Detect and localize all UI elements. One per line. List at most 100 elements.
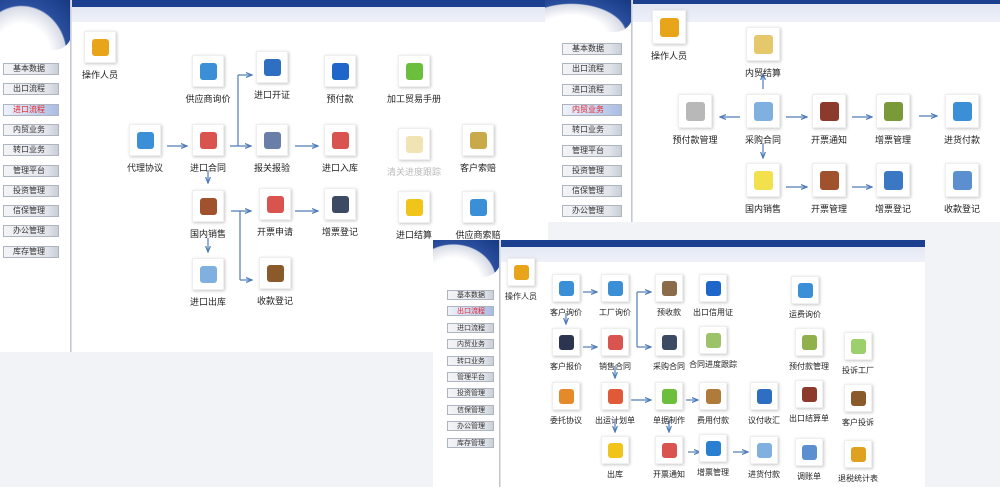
sidebar-item-4[interactable]: 转口业务: [447, 355, 494, 366]
sign-form-icon[interactable]: [945, 163, 979, 197]
sidebar-item-1[interactable]: 出口流程: [447, 306, 494, 317]
sidebar-item-7[interactable]: 信保管理: [562, 185, 622, 198]
book-info-icon[interactable]: [324, 55, 356, 87]
sidebar-item-4[interactable]: 转口业务: [3, 144, 59, 157]
flow-node[interactable]: 客户索赔: [438, 124, 518, 174]
flow-node[interactable]: 加工贸易手册: [374, 55, 454, 105]
flow-node-label: 操作人员: [81, 71, 118, 81]
flow-node-label: 进货付款: [943, 136, 980, 146]
worker-icon[interactable]: [652, 10, 686, 44]
box-hands-icon[interactable]: [259, 257, 291, 289]
sidebar-item-6[interactable]: 投资管理: [3, 184, 59, 197]
sidebar-item-6[interactable]: 投资管理: [562, 164, 622, 177]
flow-node[interactable]: 运费询价: [765, 276, 845, 320]
sidebar-item-7[interactable]: 信保管理: [447, 404, 494, 415]
money-stack-icon[interactable]: [876, 94, 910, 128]
sidebar-item-2[interactable]: 进口流程: [562, 83, 622, 96]
clipboard-icon[interactable]: [812, 163, 846, 197]
flow-node[interactable]: 操作人员: [629, 10, 709, 62]
sidebar-item-5[interactable]: 管理平台: [562, 144, 622, 157]
sidebar-item-3[interactable]: 内贸业务: [562, 103, 622, 116]
flow-node[interactable]: 客户投诉: [818, 384, 898, 428]
sidebar-item-2[interactable]: 进口流程: [447, 322, 494, 333]
certificate-icon[interactable]: [192, 258, 224, 290]
flow-node[interactable]: 增票登记: [853, 163, 933, 215]
flow-node-label: 操作人员: [650, 52, 687, 62]
sticky-notes-icon[interactable]: [746, 163, 780, 197]
sidebar-item-6[interactable]: 投资管理: [447, 388, 494, 399]
box-coins-icon[interactable]: [699, 382, 727, 410]
flow-node[interactable]: 合同进度跟踪: [673, 326, 753, 370]
flow-node-label: 增票登记: [321, 228, 358, 238]
people-icon[interactable]: [601, 382, 629, 410]
sidebar-item-8[interactable]: 办公管理: [447, 421, 494, 432]
flow-node[interactable]: 投诉工厂: [818, 332, 898, 376]
domestic-trade-window: 基本数据出口流程进口流程内贸业务转口业务管理平台投资管理信保管理办公管理 操作人员…: [545, 0, 1000, 222]
calendar-clock-icon[interactable]: [398, 128, 430, 160]
user-chat-icon[interactable]: [844, 440, 872, 468]
certificate-icon[interactable]: [746, 94, 780, 128]
flow-node[interactable]: 退税统计表: [818, 440, 898, 484]
document-globe-icon[interactable]: [192, 55, 224, 87]
binders-icon[interactable]: [876, 163, 910, 197]
flow-node[interactable]: 供应商索赔: [438, 191, 518, 241]
stopwatch-icon[interactable]: [192, 190, 224, 222]
document-globe-icon[interactable]: [601, 274, 629, 302]
warning-icon[interactable]: [945, 94, 979, 128]
safe-search-icon[interactable]: [324, 188, 356, 220]
worker-icon[interactable]: [84, 31, 116, 63]
flow-node[interactable]: 增票登记: [300, 188, 380, 238]
globe-contract-icon[interactable]: [192, 124, 224, 156]
flow-node-label: 进口入库: [321, 164, 358, 174]
document-globe-icon[interactable]: [129, 124, 161, 156]
flow-node[interactable]: 出口信用证: [673, 274, 753, 318]
flow-node[interactable]: 收款登记: [235, 257, 315, 307]
flow-node[interactable]: 进口入库: [300, 124, 380, 174]
sidebar-item-9[interactable]: 库存管理: [3, 245, 59, 258]
machine-icon[interactable]: [256, 124, 288, 156]
flow-node-label: 增票登记: [874, 205, 911, 215]
sidebar-item-7[interactable]: 信保管理: [3, 205, 59, 218]
user-icon[interactable]: [256, 51, 288, 83]
sidebar-item-1[interactable]: 出口流程: [3, 83, 59, 96]
money-icon[interactable]: [398, 55, 430, 87]
sidebar-item-8[interactable]: 办公管理: [562, 205, 622, 218]
flow-node[interactable]: 收款登记: [922, 163, 1000, 215]
sidebar-item-3[interactable]: 内贸业务: [3, 123, 59, 136]
flow-node[interactable]: 进货付款: [922, 94, 1000, 146]
sidebar-item-5[interactable]: 管理平台: [447, 372, 494, 382]
document-icon[interactable]: [678, 94, 712, 128]
sidebar-item-2[interactable]: 进口流程: [3, 103, 59, 116]
box-hands-icon[interactable]: [844, 384, 872, 412]
sidebar-item-0[interactable]: 基本数据: [562, 43, 622, 55]
header-bar: [631, 0, 1000, 4]
flow-node[interactable]: 内贸结算: [723, 27, 803, 79]
map-pin-icon[interactable]: [259, 188, 291, 220]
chart-doc-icon[interactable]: [699, 326, 727, 354]
globe-contract-icon[interactable]: [601, 328, 629, 356]
sidebar-item-9[interactable]: 库存管理: [447, 437, 494, 448]
sidebar-item-4[interactable]: 转口业务: [562, 124, 622, 137]
flow-node[interactable]: 增票管理: [853, 94, 933, 146]
pen-paper-icon[interactable]: [462, 124, 494, 156]
notebook-icon[interactable]: [601, 436, 629, 464]
book-info-icon[interactable]: [699, 274, 727, 302]
flow-node-label: 运费询价: [789, 310, 821, 319]
flow-node-label: 客户投诉: [842, 418, 874, 427]
sidebar-item-0[interactable]: 基本数据: [3, 63, 59, 75]
laptop-dollar-icon[interactable]: [699, 434, 727, 462]
sidebar-item-1[interactable]: 出口流程: [562, 63, 622, 76]
notebook-icon[interactable]: [398, 191, 430, 223]
monitor-chart-icon[interactable]: [462, 191, 494, 223]
sidebar-item-5[interactable]: 管理平台: [3, 164, 59, 177]
flow-node[interactable]: 预付款: [300, 55, 380, 105]
flow-node-label: 合同进度跟踪: [689, 360, 737, 369]
checklist-icon[interactable]: [844, 332, 872, 360]
sidebar-item-8[interactable]: 办公管理: [3, 225, 59, 238]
wallet-icon[interactable]: [812, 94, 846, 128]
sidebar-item-3[interactable]: 内贸业务: [447, 339, 494, 350]
calendar-clock-icon[interactable]: [746, 27, 780, 61]
globe-contract-icon[interactable]: [324, 124, 356, 156]
document-globe-icon[interactable]: [791, 276, 819, 304]
flow-node[interactable]: 操作人员: [60, 31, 140, 81]
